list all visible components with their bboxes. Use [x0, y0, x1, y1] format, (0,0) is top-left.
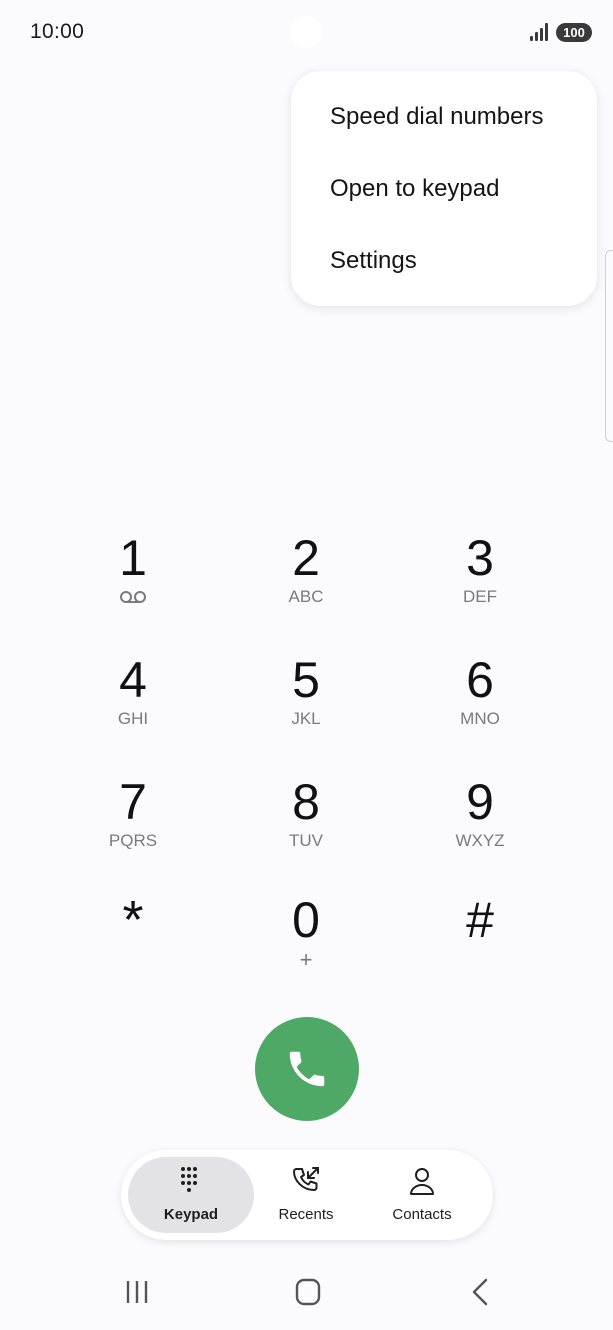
bottom-tab-bar: Keypad Recents Contacts: [121, 1150, 493, 1240]
key-plus-sub: +: [299, 947, 313, 972]
key-digit: 7: [119, 774, 147, 830]
key-digit: 2: [292, 530, 320, 586]
key-6[interactable]: 6 MNO: [405, 652, 555, 762]
signal-bars-icon: [530, 23, 548, 41]
key-8[interactable]: 8 TUV: [231, 774, 381, 884]
menu-item-speed-dial-numbers[interactable]: Speed dial numbers: [330, 103, 543, 131]
key-letters: MNO: [460, 709, 500, 728]
tab-contacts[interactable]: Contacts: [359, 1157, 485, 1233]
key-0[interactable]: 0 +: [231, 892, 381, 1002]
key-digit: 0: [292, 892, 320, 948]
key-digit: *: [122, 890, 144, 950]
status-time: 10:00: [30, 20, 85, 43]
key-star[interactable]: *: [58, 892, 208, 1002]
menu-item-settings[interactable]: Settings: [330, 247, 417, 275]
recents-call-icon: [293, 1167, 319, 1191]
key-letters: WXYZ: [455, 831, 505, 850]
key-7[interactable]: 7 PQRS: [58, 774, 208, 884]
key-letters: PQRS: [108, 831, 158, 850]
edge-panel-handle[interactable]: [605, 250, 613, 442]
key-digit: #: [466, 892, 494, 948]
phone-icon: [289, 1051, 325, 1087]
key-3[interactable]: 3 DEF: [405, 530, 555, 640]
back-icon[interactable]: [460, 1276, 500, 1308]
key-letters: JKL: [291, 709, 321, 728]
key-digit: 3: [466, 530, 494, 586]
key-letters: DEF: [463, 587, 497, 606]
key-2[interactable]: 2 ABC: [231, 530, 381, 640]
system-navigation-bar: [0, 1262, 613, 1322]
recent-apps-icon[interactable]: [117, 1276, 157, 1308]
key-5[interactable]: 5 JKL: [231, 652, 381, 762]
key-digit: 9: [466, 774, 494, 830]
key-4[interactable]: 4 GHI: [58, 652, 208, 762]
dialpad-icon: [181, 1167, 197, 1192]
key-hash[interactable]: #: [405, 892, 555, 1002]
tab-label: Contacts: [392, 1206, 452, 1223]
voicemail-icon: [120, 591, 146, 603]
key-letters: GHI: [117, 709, 149, 728]
key-digit: 1: [119, 530, 147, 586]
camera-cutout: [290, 16, 322, 48]
key-letters: ABC: [288, 587, 324, 606]
menu-item-open-to-keypad[interactable]: Open to keypad: [330, 175, 499, 203]
tab-label: Recents: [278, 1206, 334, 1223]
key-letters: TUV: [289, 831, 323, 850]
tab-keypad[interactable]: Keypad: [128, 1157, 254, 1233]
key-digit: 5: [292, 652, 320, 708]
overflow-menu: Speed dial numbers Open to keypad Settin…: [291, 71, 597, 306]
key-1[interactable]: 1: [58, 530, 208, 640]
key-9[interactable]: 9 WXYZ: [405, 774, 555, 884]
person-icon: [410, 1168, 434, 1195]
key-digit: 6: [466, 652, 494, 708]
battery-level: 100: [556, 23, 592, 42]
status-bar: 10:00 100: [0, 0, 613, 64]
home-icon[interactable]: [288, 1276, 328, 1308]
key-digit: 4: [119, 652, 147, 708]
tab-label: Keypad: [163, 1206, 219, 1223]
call-button[interactable]: [255, 1017, 359, 1121]
tab-recents[interactable]: Recents: [243, 1157, 369, 1233]
key-digit: 8: [292, 774, 320, 830]
